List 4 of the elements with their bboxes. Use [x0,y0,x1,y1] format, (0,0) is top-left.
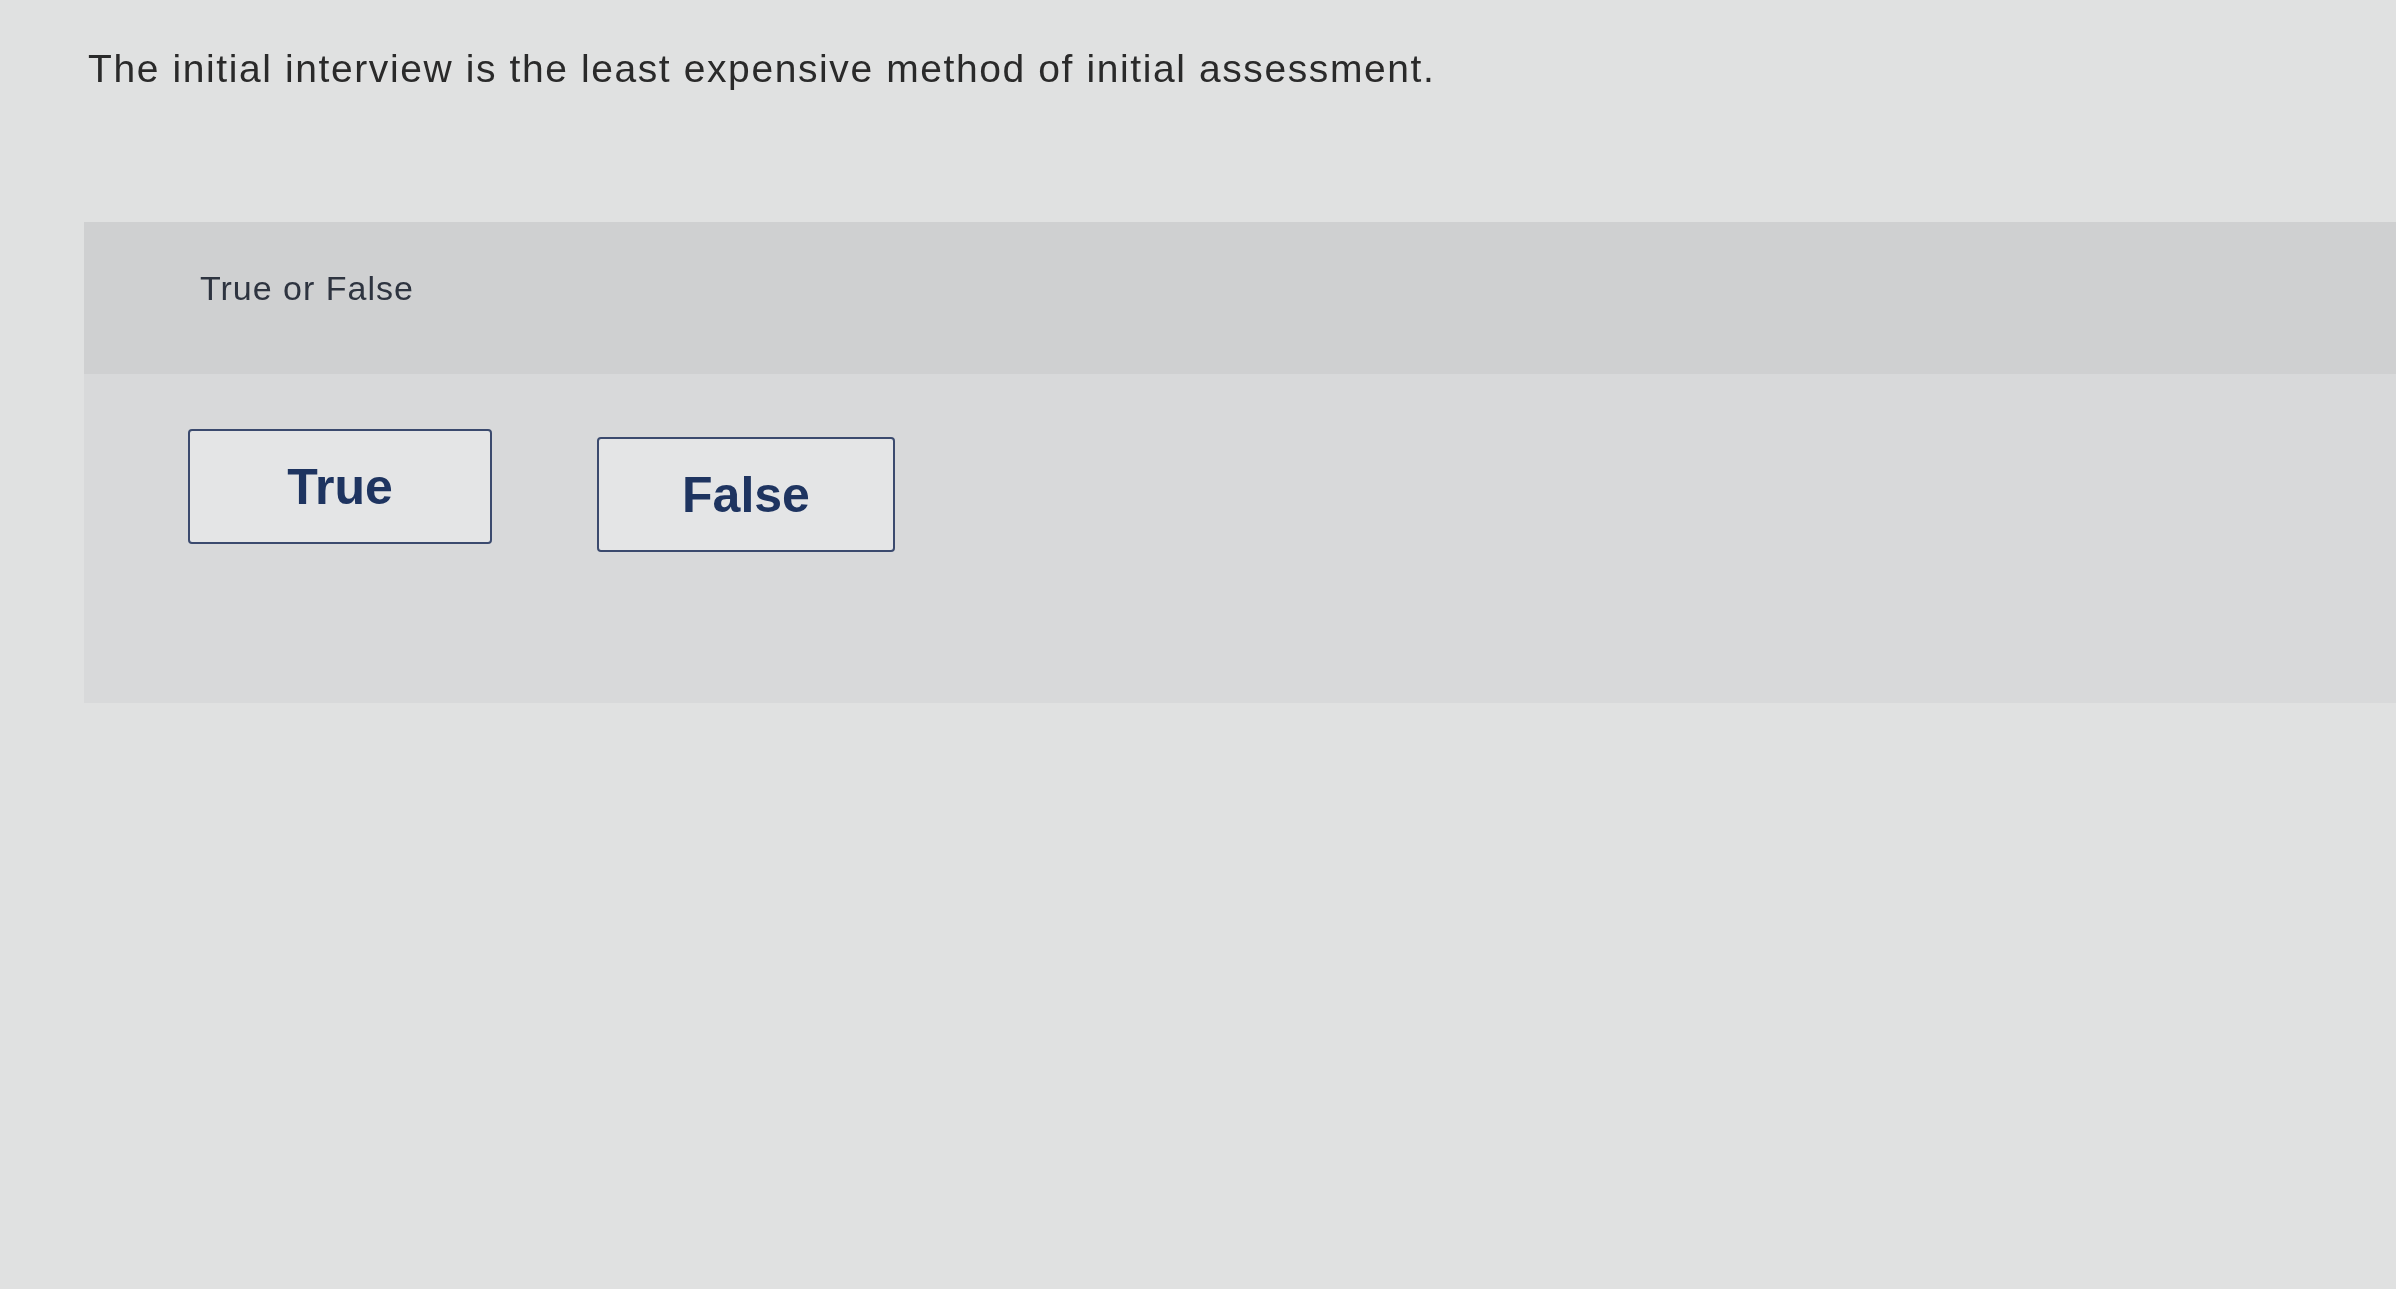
question-text: The initial interview is the least expensive method of initial assessment. [88,46,1436,92]
answer-button[interactable]: False [597,437,895,552]
prompt-text: True or False [200,268,414,308]
answer-button[interactable]: True [188,429,492,544]
